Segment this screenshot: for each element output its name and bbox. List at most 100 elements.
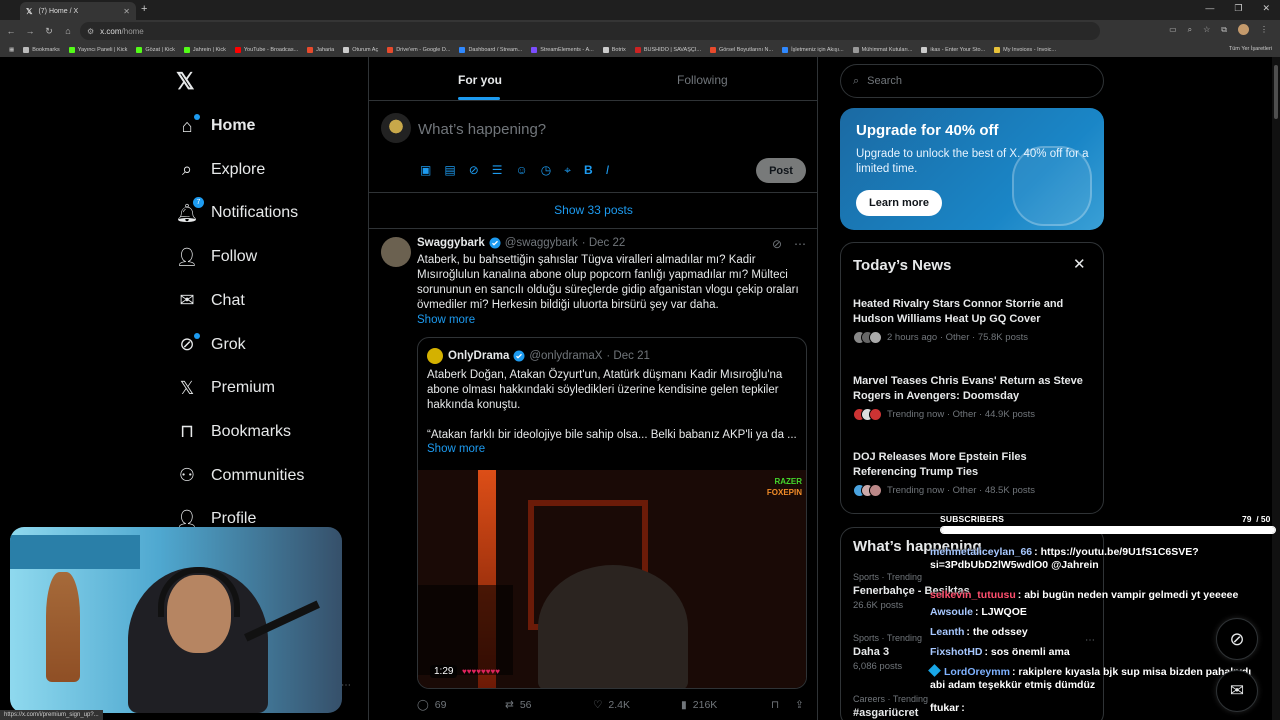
- bookmark-item[interactable]: Dashboard / Stream...: [459, 46, 522, 53]
- bookmark-item[interactable]: Gözat | Kick: [136, 46, 175, 53]
- profile-avatar[interactable]: [1238, 24, 1249, 35]
- quote-author-name[interactable]: OnlyDrama: [448, 350, 509, 362]
- zoom-icon[interactable]: ⌕: [1188, 25, 1192, 35]
- bookmark-item[interactable]: Oturum Aç: [343, 46, 378, 53]
- search-input[interactable]: ⌕ Search: [840, 64, 1104, 98]
- quote-date[interactable]: · Dec 21: [606, 350, 649, 362]
- close-icon[interactable]: ✕: [1073, 255, 1086, 273]
- messages-fab-button[interactable]: ✉: [1216, 670, 1258, 712]
- x-logo-icon[interactable]: 𝕏: [176, 68, 195, 95]
- grok-fab-button[interactable]: ⊘: [1216, 618, 1258, 660]
- forward-icon[interactable]: →: [22, 26, 38, 36]
- tab-following[interactable]: Following: [677, 73, 728, 87]
- quote-show-more[interactable]: Show more: [427, 443, 485, 455]
- grok-compose-icon[interactable]: ⊘: [469, 163, 479, 178]
- repost-button[interactable]: ⇄ 56: [505, 699, 593, 711]
- bookmark-item[interactable]: Jaharia: [307, 46, 334, 53]
- tweet-avatar[interactable]: [381, 237, 411, 267]
- news-avatars: [853, 331, 882, 344]
- minimize-icon[interactable]: —: [1205, 3, 1214, 14]
- nav-item-follow[interactable]: 👤︎ Follow: [176, 243, 258, 271]
- more-icon[interactable]: ⋯: [794, 237, 806, 251]
- location-icon[interactable]: ⌖: [564, 163, 571, 178]
- bookmark-item[interactable]: YouTube - Broadcas...: [234, 46, 298, 53]
- nav-item-home[interactable]: ⌂ Home: [176, 112, 255, 140]
- bookmark-item[interactable]: Jahrein | Kick: [183, 46, 226, 53]
- tweet-top-actions: ⊘ ⋯: [772, 237, 806, 251]
- nav-item-bookmarks[interactable]: ⊓ Bookmarks: [176, 418, 291, 446]
- star-icon[interactable]: ☆: [1203, 25, 1210, 34]
- tweet[interactable]: Swaggybark @swaggybark · Dec 22 ⊘ ⋯ Atab…: [369, 229, 818, 720]
- nav-item-premium[interactable]: 𝕏 Premium: [176, 374, 275, 402]
- tweet-show-more[interactable]: Show more: [417, 314, 475, 326]
- bookmark-item[interactable]: Mühimmat Kutuları...: [852, 46, 912, 53]
- bookmark-item[interactable]: BUSHIDO | SAVAŞÇI...: [634, 46, 701, 53]
- bookmark-item[interactable]: Görsel Boyutlarını N...: [709, 46, 773, 53]
- bookmark-item[interactable]: ikas - Enter Your Sto...: [921, 46, 985, 53]
- bookmark-item[interactable]: My Invoices - Invoic...: [994, 46, 1056, 53]
- views-button[interactable]: ▮ 216K: [681, 699, 771, 711]
- quote-avatar[interactable]: [427, 348, 443, 364]
- composer-input[interactable]: What’s happening?: [418, 121, 546, 138]
- mail-icon: ✉: [179, 290, 195, 311]
- video-player[interactable]: RAZER FOXEPIN 1:29 ♥♥♥♥♥♥♥♥: [418, 470, 806, 688]
- bold-icon[interactable]: B: [584, 163, 593, 178]
- quote-author-handle[interactable]: @onlydramaX: [529, 350, 602, 362]
- nav-item-chat[interactable]: ✉ Chat: [176, 287, 244, 315]
- schedule-icon[interactable]: ◷: [541, 163, 551, 178]
- nav-item-communities[interactable]: ⚇ Communities: [176, 462, 304, 490]
- browser-tab-title: (7) Home / X: [38, 7, 79, 15]
- extensions-icon[interactable]: ⧉: [1221, 25, 1227, 35]
- restore-icon[interactable]: ❐: [1234, 3, 1242, 14]
- news-item[interactable]: Marvel Teases Chris Evans' Return as Ste…: [853, 374, 1093, 421]
- bookmark-tweet-icon[interactable]: ⊓: [771, 699, 795, 711]
- site-info-icon[interactable]: ⚙: [87, 27, 94, 36]
- bookmark-item[interactable]: Botrix: [602, 46, 626, 53]
- italic-icon[interactable]: I: [606, 163, 609, 178]
- video-brand-logos: RAZER FOXEPIN: [767, 476, 802, 498]
- home-browser-icon[interactable]: ⌂: [60, 26, 76, 36]
- share-icon[interactable]: ⇪: [795, 699, 804, 711]
- new-tab-button[interactable]: +: [141, 3, 147, 15]
- cast-icon[interactable]: ▭: [1169, 25, 1177, 34]
- gif-icon[interactable]: ▤: [444, 163, 455, 178]
- media-icon[interactable]: ▣: [420, 163, 431, 178]
- like-button[interactable]: ♡ 2.4K: [593, 699, 681, 711]
- news-item[interactable]: Heated Rivalry Stars Connor Storrie and …: [853, 297, 1093, 344]
- quoted-tweet[interactable]: OnlyDrama @onlydramaX · Dec 21 Ataberk D…: [417, 337, 807, 689]
- tab-for-you[interactable]: For you: [458, 73, 502, 87]
- menu-icon[interactable]: ⋮: [1260, 25, 1268, 34]
- reply-icon: ◯: [417, 699, 429, 711]
- reply-button[interactable]: ◯ 69: [417, 699, 505, 711]
- bookmark-item[interactable]: Drive'em - Google D...: [387, 46, 450, 53]
- learn-more-button[interactable]: Learn more: [856, 190, 942, 216]
- close-tab-icon[interactable]: ✕: [123, 7, 130, 16]
- emoji-icon[interactable]: ☺: [516, 163, 528, 178]
- nav-item-notifications[interactable]: 🔔︎ 7 Notifications: [176, 197, 298, 227]
- bookmark-item[interactable]: Yayıncı Paneli | Kick: [68, 46, 127, 53]
- nav-item-grok[interactable]: ⊘ Grok: [176, 331, 246, 359]
- address-bar[interactable]: ⚙ x.com/home: [80, 22, 1100, 40]
- composer-avatar[interactable]: [381, 113, 411, 143]
- back-icon[interactable]: ←: [3, 26, 19, 36]
- close-window-icon[interactable]: ✕: [1262, 3, 1270, 14]
- tweet-author-handle[interactable]: @swaggybark: [505, 237, 578, 249]
- tweet-date[interactable]: · Dec 22: [582, 237, 625, 249]
- browser-tab[interactable]: 𝕏 (7) Home / X ✕: [20, 2, 136, 20]
- news-item[interactable]: DOJ Releases More Epstein Files Referenc…: [853, 450, 1093, 497]
- bookmark-item[interactable]: Bookmarks: [23, 46, 60, 53]
- poll-icon[interactable]: ☰: [492, 163, 503, 178]
- scrollbar-thumb[interactable]: [1274, 65, 1278, 119]
- nav-item-explore[interactable]: ⌕ Explore: [176, 156, 265, 184]
- post-button[interactable]: Post: [756, 158, 806, 183]
- grok-explain-icon[interactable]: ⊘: [772, 237, 782, 251]
- nav-label: Grok: [211, 335, 246, 353]
- show-posts-button[interactable]: Show 33 posts: [369, 193, 818, 229]
- all-bookmarks[interactable]: Tüm Yer İşaretleri: [1224, 46, 1272, 52]
- bookmark-item[interactable]: İşletmeniz için Akışı...: [782, 46, 844, 53]
- tweet-author-name[interactable]: Swaggybark: [417, 237, 485, 249]
- more-options-icon[interactable]: ⋯: [341, 680, 351, 691]
- page-scrollbar[interactable]: [1272, 57, 1280, 720]
- bookmark-item[interactable]: StreamElements - A...: [531, 46, 594, 53]
- reload-icon[interactable]: ↻: [41, 26, 57, 37]
